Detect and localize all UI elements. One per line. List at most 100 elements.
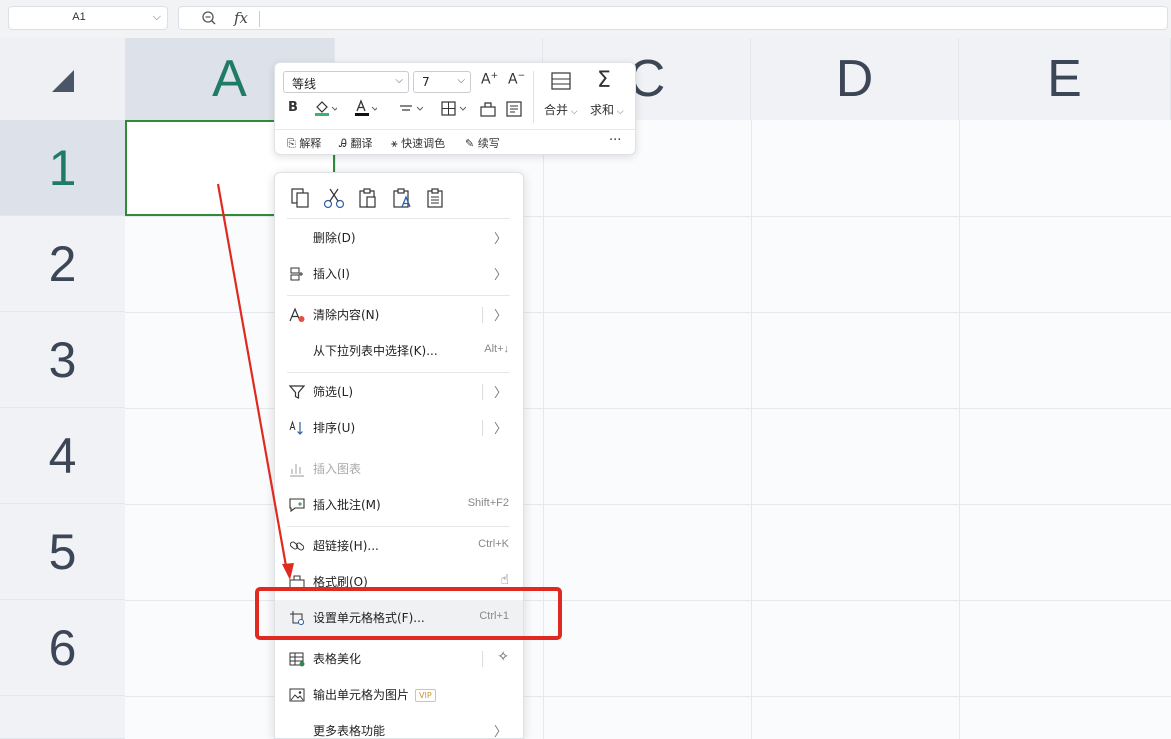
row-header-4[interactable]: 4 <box>0 408 125 504</box>
menu-item-delete[interactable]: 删除(D) 〉 <box>275 220 523 256</box>
fill-color-icon[interactable] <box>313 99 337 117</box>
menu-item-format-cells[interactable]: 设置单元格格式(F)... Ctrl+1 <box>275 600 523 636</box>
column-header-d[interactable]: D <box>751 38 959 120</box>
divider <box>275 129 635 130</box>
copy-icon[interactable] <box>289 187 311 209</box>
format-painter-icon <box>289 575 305 589</box>
format-painter-icon[interactable] <box>479 100 497 118</box>
chevron-right-icon: 〉 <box>493 232 507 247</box>
clear-content-icon <box>289 307 305 322</box>
menu-item-insert[interactable]: 插入(I) 〉 <box>275 256 523 292</box>
select-all-corner[interactable] <box>0 38 125 120</box>
menu-item-label: 插入批注(M) <box>313 498 381 512</box>
pin-icon[interactable]: ☝ <box>500 572 509 588</box>
chevron-down-icon: ⌵ <box>614 107 624 117</box>
divider <box>482 651 483 667</box>
chevron-right-icon: 〉 <box>493 422 507 437</box>
menu-item-label: 格式刷(O) <box>313 575 368 589</box>
ai-continue-button[interactable]: ✎ 续写 <box>465 135 500 151</box>
chart-icon <box>290 464 304 477</box>
row-header-1[interactable]: 1 <box>0 120 125 216</box>
fx-icon[interactable]: fx <box>234 9 248 27</box>
menu-item-pick-from-list[interactable]: 从下拉列表中选择(K)... Alt+↓ <box>275 333 523 369</box>
font-family-select[interactable]: 等线 ⌵ <box>283 71 409 93</box>
bold-button[interactable]: B <box>288 100 298 115</box>
menu-item-hyperlink[interactable]: 超链接(H)... Ctrl+K <box>275 528 523 564</box>
name-box-value: A1 <box>72 11 86 23</box>
menu-item-label: 清除内容(N) <box>313 308 380 322</box>
chevron-right-icon: 〉 <box>493 309 507 324</box>
divider <box>259 11 260 27</box>
menu-item-export-image[interactable]: 输出单元格为图片 VIP <box>275 677 523 713</box>
menu-item-label: 筛选(L) <box>313 385 354 399</box>
insert-icon <box>290 267 303 281</box>
context-menu: 删除(D) 〉 插入(I) 〉 清除内容(N) 〉 从下拉列表中选择(K)...… <box>274 172 524 739</box>
row-header-5[interactable]: 5 <box>0 504 125 600</box>
chevron-right-icon: 〉 <box>493 725 507 739</box>
menu-item-more-table-functions[interactable]: 更多表格功能 〉 <box>275 713 523 739</box>
menu-item-shortcut: Ctrl+K <box>478 538 509 550</box>
magic-wand-icon[interactable]: ✧ <box>497 649 509 665</box>
divider <box>287 295 510 296</box>
merge-icon[interactable] <box>550 71 572 91</box>
menu-item-filter[interactable]: 筛选(L) 〉 <box>275 374 523 410</box>
menu-item-label-text: 输出单元格为图片 <box>313 688 410 702</box>
link-icon <box>289 541 305 551</box>
chevron-down-icon[interactable]: ⌵ <box>153 10 161 24</box>
menu-item-format-painter[interactable]: 格式刷(O) ☝ <box>275 564 523 600</box>
menu-item-label: 插入(I) <box>313 267 350 281</box>
name-box[interactable]: A1 ⌵ <box>8 6 168 30</box>
menu-item-label: 插入图表 <box>313 462 362 476</box>
font-color-icon[interactable] <box>353 99 377 117</box>
row-header-7[interactable]: 7 <box>0 696 125 739</box>
ai-quick-color-label: 快速调色 <box>401 137 446 150</box>
menu-item-shortcut: Alt+↓ <box>484 343 509 355</box>
filter-icon <box>289 385 305 399</box>
formula-input[interactable]: fx <box>178 6 1168 30</box>
grid-line <box>751 120 752 739</box>
sum-button[interactable]: 求和 ⌵ <box>590 101 624 118</box>
menu-item-label: 从下拉列表中选择(K)... <box>313 344 438 358</box>
grid-line <box>543 120 544 739</box>
divider <box>482 420 483 436</box>
font-family-value: 等线 <box>292 77 317 91</box>
paste-icon[interactable] <box>357 187 379 209</box>
menu-item-insert-comment[interactable]: 插入批注(M) Shift+F2 <box>275 487 523 523</box>
chevron-right-icon: 〉 <box>493 386 507 401</box>
font-size-value: 7 <box>422 75 430 89</box>
ai-translate-button[interactable]: Ꭿ 翻译 <box>339 135 372 151</box>
row-header-2[interactable]: 2 <box>0 216 125 312</box>
merge-button[interactable]: 合并 ⌵ <box>544 101 578 118</box>
increase-font-icon[interactable]: A+ <box>481 71 498 88</box>
more-icon[interactable]: ··· <box>609 133 621 148</box>
chevron-down-icon: ⌵ <box>568 107 578 117</box>
divider <box>482 384 483 400</box>
ai-explain-button[interactable]: ⎘ 解释 <box>287 135 321 151</box>
format-cells-icon <box>290 611 304 625</box>
paste-special-icon[interactable] <box>425 187 447 209</box>
menu-item-label: 更多表格功能 <box>313 724 386 738</box>
decrease-font-icon[interactable]: A− <box>508 71 525 88</box>
ai-quick-color-button[interactable]: ⚹ 快速调色 <box>391 135 445 151</box>
menu-item-shortcut: Shift+F2 <box>467 497 509 509</box>
translate-icon: Ꭿ <box>339 137 347 150</box>
menu-item-label: 删除(D) <box>313 231 356 245</box>
row-header-3[interactable]: 3 <box>0 312 125 408</box>
zoom-icon[interactable] <box>201 10 217 26</box>
row-header-6[interactable]: 6 <box>0 600 125 696</box>
border-icon[interactable] <box>440 100 466 117</box>
conditional-format-icon[interactable] <box>505 100 523 118</box>
align-icon[interactable] <box>397 101 423 117</box>
paste-text-icon[interactable] <box>391 187 413 209</box>
menu-item-table-beautify[interactable]: 表格美化 ✧ <box>275 641 523 677</box>
column-header-e[interactable]: E <box>959 38 1171 120</box>
ai-explain-label: 解释 <box>299 137 322 150</box>
cut-icon[interactable] <box>323 187 345 209</box>
floating-toolbar: 等线 ⌵ 7 ⌵ A+ A− B 合并 ⌵ Σ 求和 ⌵ ⎘ 解释 Ꭿ 翻译 ⚹… <box>274 62 636 155</box>
ai-translate-label: 翻译 <box>350 137 373 150</box>
menu-item-clear-content[interactable]: 清除内容(N) 〉 <box>275 297 523 333</box>
menu-item-sort[interactable]: 排序(U) 〉 <box>275 410 523 446</box>
ai-continue-label: 续写 <box>477 137 500 150</box>
font-size-select[interactable]: 7 ⌵ <box>413 71 471 93</box>
sum-icon[interactable]: Σ <box>597 68 611 93</box>
